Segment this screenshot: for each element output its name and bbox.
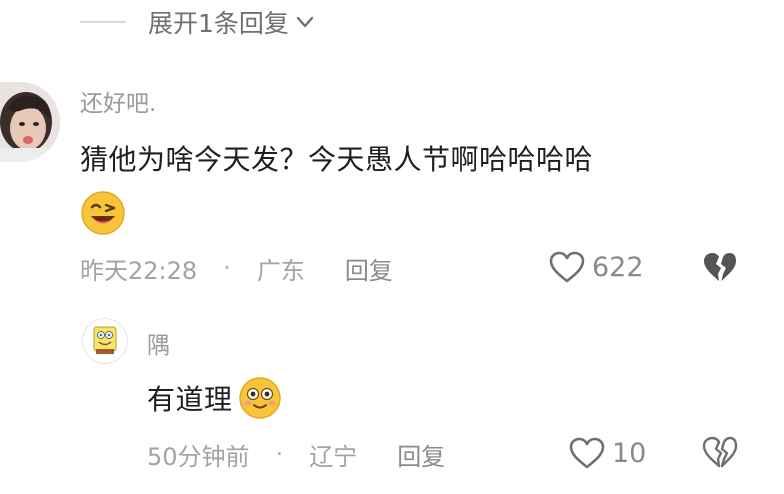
expand-replies-label: 展开1条回复	[148, 9, 289, 38]
reply-like-count: 10	[612, 437, 647, 469]
flushed-smile-emoji-icon	[238, 377, 281, 419]
reply-username[interactable]: 隅	[147, 326, 170, 360]
like-button[interactable]: 622	[548, 246, 644, 288]
broken-heart-icon[interactable]	[702, 250, 738, 284]
heart-outline-icon	[549, 251, 585, 283]
reply-location: 辽宁	[309, 442, 358, 471]
avatar-photo-icon	[0, 82, 60, 162]
avatar[interactable]	[0, 82, 60, 162]
reply-time: 50分钟前	[147, 442, 250, 471]
comment-meta: 昨天22:28 · 广东 回复	[80, 250, 393, 286]
reply-avatar[interactable]	[82, 318, 128, 364]
like-count: 622	[592, 251, 644, 283]
reply-reply-button[interactable]: 回复	[397, 437, 445, 472]
sponge-character-icon	[93, 326, 117, 354]
comment-time: 昨天22:28	[80, 256, 198, 285]
comment-thread: 展开1条回复 还好吧. 猜他为啥今天发？今天愚人节啊哈哈哈哈 昨天22:28 ·…	[0, 0, 784, 494]
heart-outline-icon	[569, 437, 605, 469]
reply-like-button[interactable]: 10	[568, 432, 646, 474]
comment-username[interactable]: 还好吧.	[80, 84, 156, 118]
expand-replies-button[interactable]: 展开1条回复	[80, 0, 315, 44]
reply-button[interactable]: 回复	[345, 251, 393, 286]
expand-divider-line	[80, 21, 126, 23]
chevron-down-icon	[296, 16, 314, 28]
meta-separator: ·	[223, 254, 231, 282]
reply-meta: 50分钟前 · 辽宁 回复	[147, 436, 445, 472]
reply-content: 有道理	[147, 375, 283, 421]
reply-text: 有道理	[147, 383, 233, 416]
broken-heart-outline-icon[interactable]	[702, 434, 738, 470]
grinning-wink-emoji-icon	[81, 191, 125, 235]
comment-location: 广东	[256, 256, 305, 285]
comment-text: 猜他为啥今天发？今天愚人节啊哈哈哈哈	[80, 143, 594, 176]
meta-separator: ·	[275, 440, 284, 468]
